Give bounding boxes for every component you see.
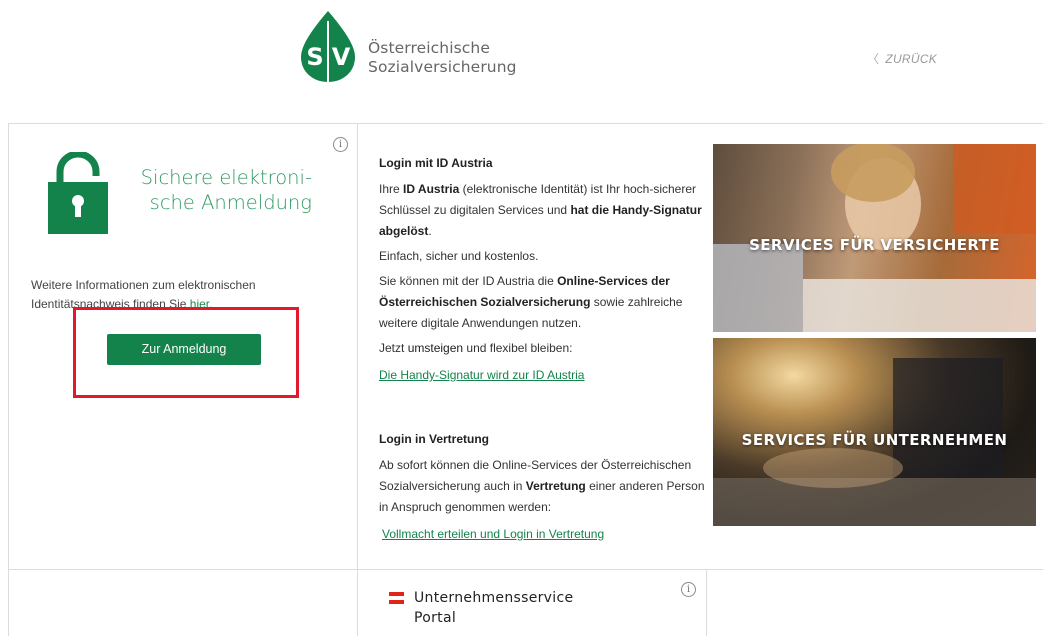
tile-versicherte[interactable]: SERVICES FÜR VERSICHERTE <box>713 144 1036 332</box>
logo-letter-v: V <box>332 43 351 71</box>
login-title-line-2: sche Anmeldung <box>149 191 312 214</box>
tile-unternehmen-label: SERVICES FÜR UNTERNEHMEN <box>741 431 1008 449</box>
vertretung-heading: Login in Vertretung <box>379 432 489 446</box>
sv-logo: S V <box>301 11 355 82</box>
usp-info-icon[interactable]: i <box>681 582 696 597</box>
brand-line-2: Sozialversicherung <box>368 58 517 76</box>
id-austria-paragraph-3: Sie können mit der ID Austria die Online… <box>379 271 705 334</box>
id-austria-heading: Login mit ID Austria <box>379 156 493 170</box>
vollmacht-link[interactable]: Vollmacht erteilen und Login in Vertretu… <box>382 527 604 541</box>
id-austria-section: Login mit ID Austria Ihre ID Austria (el… <box>379 153 705 386</box>
back-link[interactable]: 〈 ZURÜCK <box>867 50 937 67</box>
vertretung-paragraph: Ab sofort können die Online-Services der… <box>379 455 705 518</box>
info-icon[interactable]: i <box>333 137 348 152</box>
text: Sie können mit der ID Austria die <box>379 274 558 288</box>
text: Ihre <box>379 182 404 196</box>
austria-flag-icon <box>389 592 404 604</box>
usp-line-2: Portal <box>414 610 457 626</box>
text-emphasis: umsteigen <box>407 341 464 355</box>
text-bold: Vertretung <box>525 479 586 493</box>
logo-letter-s: S <box>306 43 323 71</box>
tile-versicherte-label: SERVICES FÜR VERSICHERTE <box>749 236 1000 254</box>
column-divider <box>357 123 358 636</box>
brand-line-1: Österreichische <box>368 39 490 57</box>
text: . <box>428 224 432 238</box>
column-divider-bottom <box>706 569 707 636</box>
brand-name: Österreichische Sozialversicherung <box>368 39 517 77</box>
vertretung-section: Login in Vertretung Ab sofort können die… <box>379 429 705 545</box>
login-title-line-1: Sichere elektroni- <box>140 166 312 189</box>
tile-unternehmen[interactable]: SERVICES FÜR UNTERNEHMEN <box>713 338 1036 526</box>
handy-signatur-link[interactable]: Die Handy-Signatur wird zur ID Austria <box>379 368 584 382</box>
back-label: ZURÜCK <box>885 52 938 66</box>
row-divider <box>8 569 1043 570</box>
usp-line-1: Unternehmensservice <box>414 590 574 606</box>
lock-icon <box>48 152 108 234</box>
login-title: Sichere elektroni- sche Anmeldung <box>140 165 312 215</box>
text: und flexibel bleiben: <box>463 341 573 355</box>
id-austria-paragraph-1: Ihre ID Austria (elektronische Identität… <box>379 179 705 242</box>
text-bold: ID Austria <box>403 182 460 196</box>
chevron-left-icon: 〈 <box>867 52 880 66</box>
login-button[interactable]: Zur Anmeldung <box>107 334 261 365</box>
id-austria-paragraph-2: Einfach, sicher und kostenlos. <box>379 249 539 263</box>
usp-portal-title[interactable]: Unternehmensservice Portal <box>414 588 573 628</box>
text: Jetzt <box>379 341 408 355</box>
id-austria-paragraph-4: Jetzt umsteigen und flexibel bleiben: <box>379 338 705 359</box>
